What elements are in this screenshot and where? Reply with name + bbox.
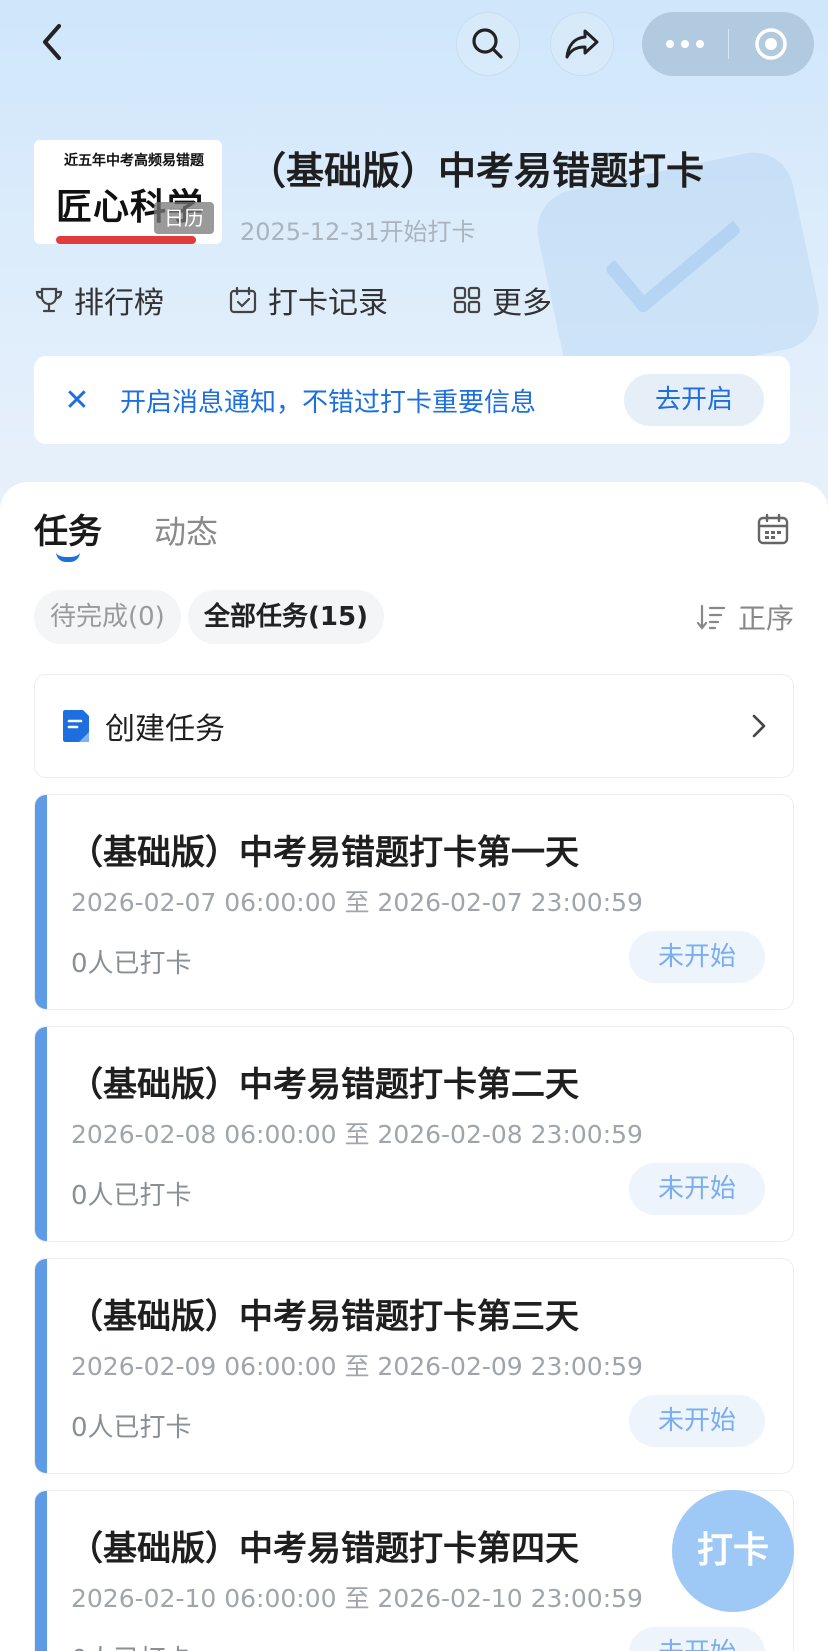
more-dots-icon [665, 40, 674, 48]
task-accent-bar [35, 795, 47, 1009]
chevron-right-icon [752, 714, 766, 738]
tab-activity[interactable]: 动态 [154, 507, 218, 553]
task-time: 2026-02-10 06:00:00 至 2026-02-10 23:00:5… [71, 1584, 643, 1613]
cover-badge: 日历 [154, 202, 214, 234]
task-card[interactable]: （基础版）中考易错题打卡第二天 2026-02-08 06:00:00 至 20… [34, 1026, 794, 1242]
enable-notification-button[interactable]: 去开启 [624, 374, 764, 426]
create-task-button[interactable]: 创建任务 [34, 674, 794, 778]
filter-row: 待完成(0) 全部任务(15) 正序 [34, 590, 794, 644]
task-checkin-count: 0人已打卡 [71, 1181, 192, 1211]
menu-row: 排行榜 打卡记录 更多 [34, 278, 616, 322]
active-tab-indicator [56, 552, 80, 562]
sort-label: 正序 [737, 602, 794, 635]
task-status-badge: 未开始 [629, 1627, 765, 1651]
page-title: （基础版）中考易错题打卡 [248, 149, 705, 193]
menu-item-ranking[interactable]: 排行榜 [34, 278, 164, 322]
search-icon [472, 28, 503, 59]
menu-item-checkin-record[interactable]: 打卡记录 [228, 278, 388, 322]
checkin-fab-button[interactable]: 打卡 [672, 1490, 794, 1612]
menu-item-label: 打卡记录 [268, 286, 388, 321]
filter-pending[interactable]: 待完成(0) [34, 590, 181, 644]
task-time: 2026-02-09 06:00:00 至 2026-02-09 23:00:5… [71, 1352, 643, 1381]
calendar-button[interactable] [756, 512, 790, 550]
notification-text: 开启消息通知，不错过打卡重要信息 [120, 387, 537, 418]
more-button[interactable] [642, 40, 728, 48]
task-name: （基础版）中考易错题打卡第四天 [69, 1529, 579, 1569]
menu-item-more[interactable]: 更多 [452, 278, 552, 322]
sort-toggle[interactable]: 正序 [696, 590, 794, 644]
search-button[interactable] [456, 12, 520, 76]
task-name: （基础版）中考易错题打卡第二天 [69, 1065, 579, 1105]
share-icon [565, 29, 599, 59]
task-status-badge: 未开始 [629, 1163, 765, 1215]
grid-icon [453, 286, 481, 314]
tab-label: 动态 [154, 513, 219, 551]
task-status-badge: 未开始 [629, 1395, 765, 1447]
target-icon [755, 28, 787, 60]
share-button[interactable] [550, 12, 614, 76]
document-icon [63, 710, 89, 742]
create-task-label: 创建任务 [105, 712, 225, 747]
tab-bar: 任务 动态 [34, 504, 270, 562]
task-time: 2026-02-07 06:00:00 至 2026-02-07 23:00:5… [71, 888, 643, 917]
back-button[interactable] [30, 20, 74, 64]
start-date: 2025-12-31开始打卡 [240, 218, 476, 246]
notification-banner: ✕ 开启消息通知，不错过打卡重要信息 去开启 [34, 356, 790, 444]
content-panel: 任务 动态 待完成(0) 全部任务(15) 正序 创建任务 （基础版）中考易错题… [0, 482, 828, 1651]
calendar-check-icon [229, 286, 257, 314]
task-checkin-count: 0人已打卡 [71, 1639, 192, 1651]
close-banner-button[interactable]: ✕ [34, 383, 120, 418]
close-miniprogram-button[interactable] [729, 26, 815, 62]
tab-label: 任务 [34, 512, 102, 552]
task-accent-bar [35, 1491, 47, 1651]
task-time: 2026-02-08 06:00:00 至 2026-02-08 23:00:5… [71, 1120, 643, 1149]
close-icon: ✕ [64, 382, 90, 418]
task-status-badge: 未开始 [629, 931, 765, 983]
task-checkin-count: 0人已打卡 [71, 1413, 192, 1443]
menu-item-label: 更多 [492, 286, 552, 321]
task-accent-bar [35, 1259, 47, 1473]
task-accent-bar [35, 1027, 47, 1241]
cover-line1: 近五年中考高频易错题 [64, 153, 204, 169]
task-checkin-count: 0人已打卡 [71, 949, 192, 979]
task-card[interactable]: （基础版）中考易错题打卡第三天 2026-02-09 06:00:00 至 20… [34, 1258, 794, 1474]
sort-icon [696, 604, 726, 630]
task-name: （基础版）中考易错题打卡第一天 [69, 833, 579, 873]
cover-image: 近五年中考高频易错题 匠心科学 日历 [34, 140, 222, 244]
task-card[interactable]: （基础版）中考易错题打卡第一天 2026-02-07 06:00:00 至 20… [34, 794, 794, 1010]
calendar-icon [757, 513, 789, 545]
filter-all[interactable]: 全部任务(15) [188, 590, 384, 644]
cover-strip [56, 236, 196, 244]
trophy-icon [35, 287, 63, 313]
tab-tasks[interactable]: 任务 [34, 504, 102, 562]
mini-program-capsule [642, 12, 814, 76]
menu-item-label: 排行榜 [74, 286, 164, 321]
task-name: （基础版）中考易错题打卡第三天 [69, 1297, 579, 1337]
chevron-left-icon [43, 24, 61, 60]
